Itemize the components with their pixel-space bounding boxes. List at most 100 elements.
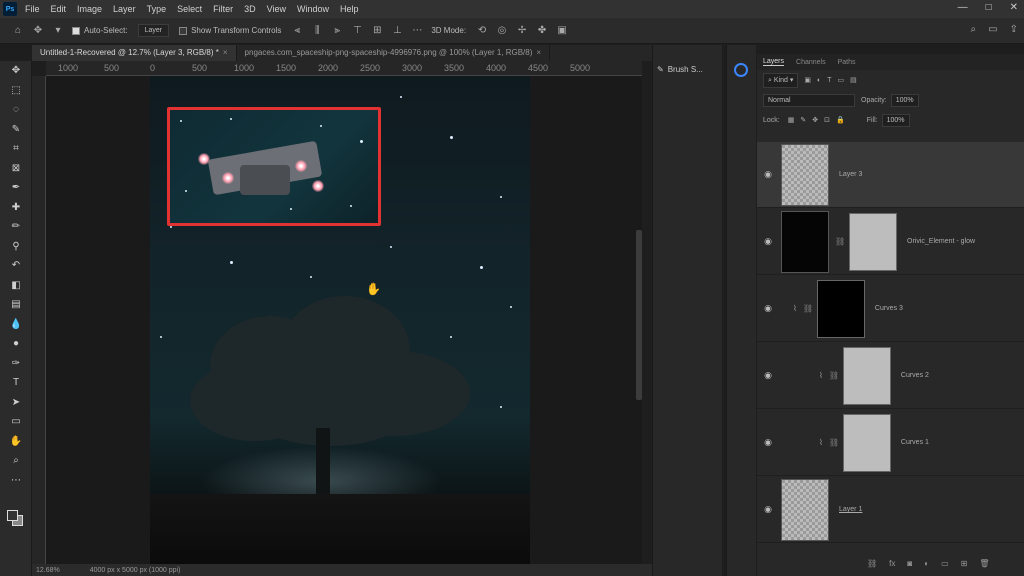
tab-spaceship-png[interactable]: pngaces.com_spaceship-png-spaceship-4996… [237,45,551,61]
layer-row-curves-3[interactable]: ◉ ⌇ ⛓ Curves 3 [757,276,1024,342]
auto-select-option[interactable]: Auto-Select: [72,26,128,35]
clone-stamp-tool-icon[interactable]: ⚲ [0,237,32,257]
show-transform-checkbox[interactable] [179,26,188,35]
marquee-tool-icon[interactable]: ⬚ [0,81,32,101]
align-middle-icon[interactable]: ⊞ [371,25,383,37]
align-bottom-icon[interactable]: ⊥ [391,25,403,37]
blend-mode-select[interactable]: Normal [763,93,855,107]
eyedropper-tool-icon[interactable]: ✒ [0,178,32,198]
menu-help[interactable]: Help [340,4,359,14]
opacity-input[interactable]: 100% [890,93,919,107]
search-icon[interactable]: ⌕ [971,24,977,35]
tab-paths[interactable]: Paths [838,59,856,66]
visibility-eye-icon[interactable]: ◉ [757,303,779,314]
adjustment-layer-icon[interactable]: ◐ [924,559,929,568]
menu-layer[interactable]: Layer [113,4,136,14]
layer-row-layer-3[interactable]: ◉ Layer 3 [757,142,1024,208]
close-window-button[interactable]: ✕ [1010,2,1018,13]
more-options-icon[interactable]: ⋯ [411,25,423,37]
gradient-tool-icon[interactable]: ▤ [0,295,32,315]
crop-tool-icon[interactable]: ⌗ [0,139,32,159]
menu-image[interactable]: Image [77,4,102,14]
filter-adjust-icon[interactable]: ◐ [817,77,821,84]
align-left-icon[interactable]: ⫷ [291,25,303,37]
type-tool-icon[interactable]: T [0,373,32,393]
frame-tool-icon[interactable]: ⊠ [0,159,32,179]
move-tool-icon[interactable]: ✥ [32,25,44,37]
menu-view[interactable]: View [267,4,286,14]
shape-tool-icon[interactable]: ▭ [0,412,32,432]
move-tool-icon[interactable]: ✥ [0,61,32,81]
auto-select-checkbox[interactable] [72,26,80,35]
filter-pixel-icon[interactable]: ▣ [804,76,811,84]
foreground-color-swatch[interactable] [7,510,18,521]
auto-select-dropdown[interactable]: Layer [137,24,170,37]
add-mask-icon[interactable]: ◙ [907,559,912,568]
new-group-folder-icon[interactable]: ▭ [941,559,949,568]
3d-slide-icon[interactable]: ✤ [536,25,548,37]
align-top-icon[interactable]: ⊤ [351,25,363,37]
brush-settings-button[interactable]: ✎ Brush S... [657,61,721,77]
menu-filter[interactable]: Filter [213,4,233,14]
menu-type[interactable]: Type [147,4,167,14]
visibility-eye-icon[interactable]: ◉ [757,370,779,381]
visibility-eye-icon[interactable]: ◉ [757,437,779,448]
quick-select-tool-icon[interactable]: ✎ [0,120,32,140]
visibility-eye-icon[interactable]: ◉ [757,236,779,247]
3d-roll-icon[interactable]: ◎ [496,25,508,37]
link-layers-icon[interactable]: ⛓ [867,559,877,568]
layer-name[interactable]: Layer 3 [839,171,862,178]
brush-tool-icon[interactable]: ✏ [0,217,32,237]
layer-name[interactable]: Curves 3 [875,305,903,312]
menu-edit[interactable]: Edit [51,4,67,14]
zoom-level[interactable]: 12.68% [36,567,60,574]
menu-3d[interactable]: 3D [244,4,256,14]
vertical-scrollbar[interactable] [636,230,642,400]
layer-row-layer-1[interactable]: ◉ Layer 1 [757,477,1024,543]
visibility-eye-icon[interactable]: ◉ [757,504,779,515]
align-right-icon[interactable]: ⫸ [331,25,343,37]
fill-input[interactable]: 100% [881,113,910,127]
trash-icon[interactable]: 🗑 [979,559,989,568]
layer-row-curves-1[interactable]: ◉ ⌇ ⛓ Curves 1 [757,410,1024,476]
layer-name[interactable]: Curves 1 [901,439,929,446]
maximize-button[interactable]: □ [986,2,992,13]
new-layer-icon[interactable]: ⊞ [961,559,968,568]
eraser-tool-icon[interactable]: ◧ [0,276,32,296]
minimize-button[interactable]: — [958,2,968,13]
spaceship-selection-box[interactable] [167,107,381,226]
dodge-tool-icon[interactable]: ● [0,334,32,354]
more-tools-icon[interactable]: ⋯ [0,471,32,491]
history-brush-tool-icon[interactable]: ↶ [0,256,32,276]
3d-scale-icon[interactable]: ▣ [556,25,568,37]
3d-orbit-icon[interactable]: ⟲ [476,25,488,37]
lock-pixels-icon[interactable]: ✎ [800,116,806,124]
tab-close-icon[interactable]: × [536,48,541,57]
menu-select[interactable]: Select [177,4,202,14]
visibility-eye-icon[interactable]: ◉ [757,169,779,180]
fx-icon[interactable]: fx [889,559,895,568]
show-transform-option[interactable]: Show Transform Controls [179,26,281,35]
lock-transparent-icon[interactable]: ▦ [788,116,795,124]
filter-smart-icon[interactable]: ▤ [850,76,857,84]
auto-select-value[interactable]: Layer [137,24,170,37]
lock-artboard-icon[interactable]: ⊡ [824,116,830,124]
layer-row-glow[interactable]: ◉ ⛓ Orivic_Element - glow [757,209,1024,275]
workspace-icon[interactable]: ▭ [988,24,997,35]
lasso-tool-icon[interactable]: ◌ [0,100,32,120]
layer-row-curves-2[interactable]: ◉ ⌇ ⛓ Curves 2 [757,343,1024,409]
tab-close-icon[interactable]: × [223,48,228,57]
tab-untitled-recovered[interactable]: Untitled-1-Recovered @ 12.7% (Layer 3, R… [32,45,237,61]
pen-tool-icon[interactable]: ✑ [0,354,32,374]
filter-type-icon[interactable]: T [827,77,831,84]
healing-brush-tool-icon[interactable]: ✚ [0,198,32,218]
vertical-ruler[interactable] [32,76,46,564]
menu-window[interactable]: Window [297,4,329,14]
menu-file[interactable]: File [25,4,40,14]
chevron-down-icon[interactable]: ▾ [52,25,64,37]
hand-tool-icon[interactable]: ✋ [0,432,32,452]
horizontal-ruler[interactable]: 1000 500 0 500 1000 1500 2000 2500 3000 … [46,61,642,76]
filter-shape-icon[interactable]: ▭ [838,76,845,84]
share-icon[interactable]: ⇪ [1010,24,1018,35]
tab-layers[interactable]: Layers [763,58,785,66]
